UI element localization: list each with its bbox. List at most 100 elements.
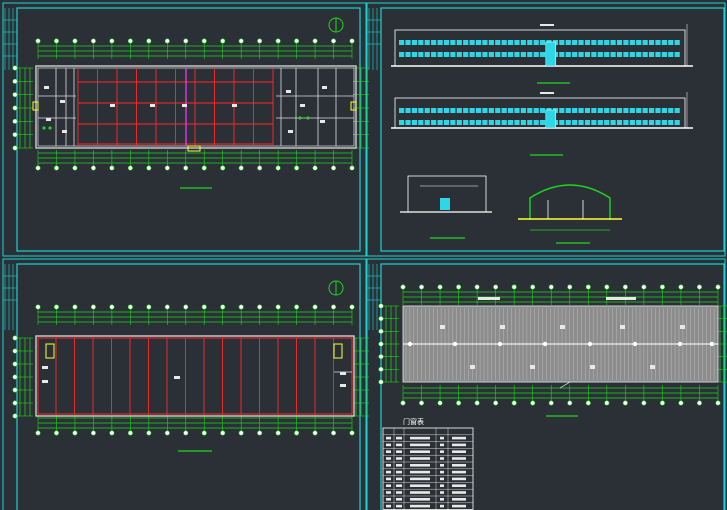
cad-drawing-canvas[interactable]: 门窗表 xyxy=(0,0,727,510)
axis-bubble xyxy=(530,284,536,290)
axis-bubble xyxy=(622,400,628,406)
axis-bubble xyxy=(696,284,702,290)
window xyxy=(668,52,674,57)
axis-bubble xyxy=(715,400,721,406)
axis-bubble xyxy=(35,165,41,171)
table-cell xyxy=(410,504,430,508)
axis-bubble xyxy=(183,430,189,436)
axis-bubble xyxy=(201,165,207,171)
window xyxy=(411,40,418,45)
window xyxy=(463,120,469,125)
window xyxy=(636,40,642,45)
axis-bubble xyxy=(331,38,337,44)
axis-bubble xyxy=(456,284,462,290)
roof-label xyxy=(560,325,565,329)
axis-bubble xyxy=(164,38,170,44)
window xyxy=(597,120,603,125)
axis-bubble xyxy=(312,430,318,436)
window xyxy=(482,108,488,113)
table-cell xyxy=(396,457,402,460)
roof-drain-icon xyxy=(407,341,413,347)
window xyxy=(514,120,520,125)
table-cell xyxy=(452,498,466,501)
window xyxy=(636,52,642,57)
window xyxy=(584,108,591,113)
table-cell xyxy=(440,491,444,494)
axis-bubble xyxy=(201,304,207,310)
text-tag xyxy=(340,384,346,387)
window xyxy=(437,120,443,125)
window xyxy=(450,120,456,125)
axis-bubble xyxy=(12,335,18,341)
axis-bubble xyxy=(12,78,18,84)
axis-bubble xyxy=(12,132,18,138)
window xyxy=(610,120,616,125)
fixture-icon xyxy=(298,116,302,120)
text-tag xyxy=(182,104,187,107)
window xyxy=(418,52,424,57)
window xyxy=(418,40,424,45)
window xyxy=(629,52,635,57)
window xyxy=(636,108,642,113)
roof-label xyxy=(530,365,535,369)
table-cell xyxy=(440,457,444,460)
window xyxy=(501,120,507,125)
window xyxy=(399,108,405,113)
window xyxy=(527,120,533,125)
window xyxy=(437,52,443,57)
roof-label xyxy=(590,365,595,369)
axis-bubble xyxy=(127,304,133,310)
table-cell xyxy=(386,457,391,460)
window xyxy=(456,120,462,125)
table-cell xyxy=(386,464,391,467)
window xyxy=(488,120,494,125)
window xyxy=(604,52,610,57)
roof-section-title xyxy=(606,297,636,300)
window xyxy=(533,40,539,45)
axis-bubble xyxy=(183,165,189,171)
window xyxy=(527,52,533,57)
table-cell xyxy=(386,504,391,508)
window xyxy=(450,108,456,113)
window xyxy=(578,120,584,125)
axis-bubble xyxy=(257,165,263,171)
text-tag xyxy=(60,100,65,103)
window xyxy=(642,120,648,125)
table-cell xyxy=(452,457,466,460)
text-tag xyxy=(110,104,115,107)
table-cell xyxy=(386,491,391,494)
axis-bubble xyxy=(474,400,480,406)
axis-bubble xyxy=(678,284,684,290)
axis-bubble xyxy=(474,284,480,290)
axis-bubble xyxy=(12,105,18,111)
window xyxy=(668,108,674,113)
window xyxy=(507,40,514,45)
axis-bubble xyxy=(35,38,41,44)
roof-drain-icon xyxy=(452,341,458,347)
window xyxy=(591,108,597,113)
window xyxy=(469,120,475,125)
table-cell xyxy=(452,443,466,447)
axis-bubble xyxy=(12,374,18,380)
axis-bubble xyxy=(419,284,425,290)
entrance xyxy=(545,109,557,129)
axis-bubble xyxy=(312,38,318,44)
axis-bubble xyxy=(53,430,59,436)
window xyxy=(540,120,546,125)
window xyxy=(616,40,623,45)
elevation-label xyxy=(540,24,554,26)
window xyxy=(616,108,623,113)
window xyxy=(604,120,610,125)
window xyxy=(584,40,591,45)
axis-bubble xyxy=(331,304,337,310)
window xyxy=(648,40,655,45)
axis-bubble xyxy=(183,304,189,310)
window xyxy=(443,108,450,113)
roof-label xyxy=(440,325,445,329)
axis-bubble xyxy=(349,165,355,171)
axis-bubble xyxy=(567,284,573,290)
window xyxy=(488,52,494,57)
text-tag xyxy=(44,86,49,89)
table-cell xyxy=(452,504,466,508)
window xyxy=(668,120,674,125)
